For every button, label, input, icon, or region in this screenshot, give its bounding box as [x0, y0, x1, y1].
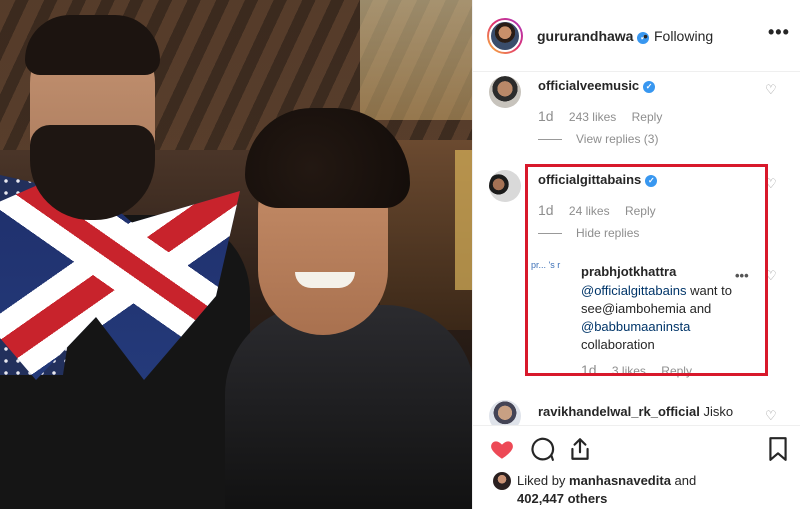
comment-username[interactable]: officialveemusic ✓ — [538, 78, 656, 93]
liker-username[interactable]: manhasnavedita — [569, 473, 671, 488]
comment-like-icon[interactable]: ♡ — [765, 408, 777, 424]
person-right-jacket — [225, 305, 472, 509]
post-side-panel: gururandhawa ✓ • Following ••• officialve… — [472, 0, 800, 509]
view-replies-button[interactable]: View replies (3) — [538, 132, 658, 146]
post-photo[interactable] — [0, 0, 472, 509]
verified-badge-icon: ✓ — [643, 81, 656, 93]
comment-like-icon[interactable]: ♡ — [765, 82, 777, 98]
comment-likes[interactable]: 243 likes — [569, 110, 616, 124]
comment-time: 1d — [538, 108, 554, 124]
comment-meta: 1d 243 likes Reply — [538, 108, 662, 124]
likes-count[interactable]: 402,447 others — [517, 491, 607, 506]
comment-username[interactable]: ravikhandelwal_rk_official Jisko — [538, 404, 733, 419]
reply-button[interactable]: Reply — [632, 110, 663, 124]
heart-icon[interactable] — [489, 436, 515, 462]
post-actions: Liked by manhasnavedita and 402,447 othe… — [473, 425, 800, 509]
author-username-text[interactable]: gururandhawa — [537, 28, 633, 44]
bookmark-icon[interactable] — [765, 436, 791, 462]
photo-window — [360, 0, 472, 120]
highlight-box — [525, 164, 768, 376]
author-avatar[interactable] — [487, 18, 523, 54]
commenter-avatar[interactable] — [489, 170, 521, 202]
comment-text: Jisko — [703, 404, 734, 419]
likes-summary: Liked by manhasnavedita and 402,447 othe… — [517, 473, 697, 506]
header-separator: • — [643, 28, 648, 44]
share-icon[interactable] — [567, 436, 593, 462]
post-header: gururandhawa ✓ • Following ••• — [473, 0, 800, 72]
more-options-icon[interactable]: ••• — [768, 22, 790, 43]
following-button[interactable]: Following — [654, 28, 713, 44]
comment-icon[interactable] — [529, 436, 555, 462]
photo-light — [455, 150, 472, 290]
liker-avatar[interactable] — [493, 472, 511, 490]
person-right-smile — [295, 272, 355, 288]
commenter-avatar[interactable] — [489, 76, 521, 108]
comments-list[interactable]: officialveemusic ✓ ♡ 1d 243 likes Reply V… — [473, 72, 800, 425]
author-username[interactable]: gururandhawa ✓ — [537, 28, 650, 44]
person-left-hair — [25, 15, 160, 75]
commenter-avatar[interactable] — [489, 400, 521, 425]
